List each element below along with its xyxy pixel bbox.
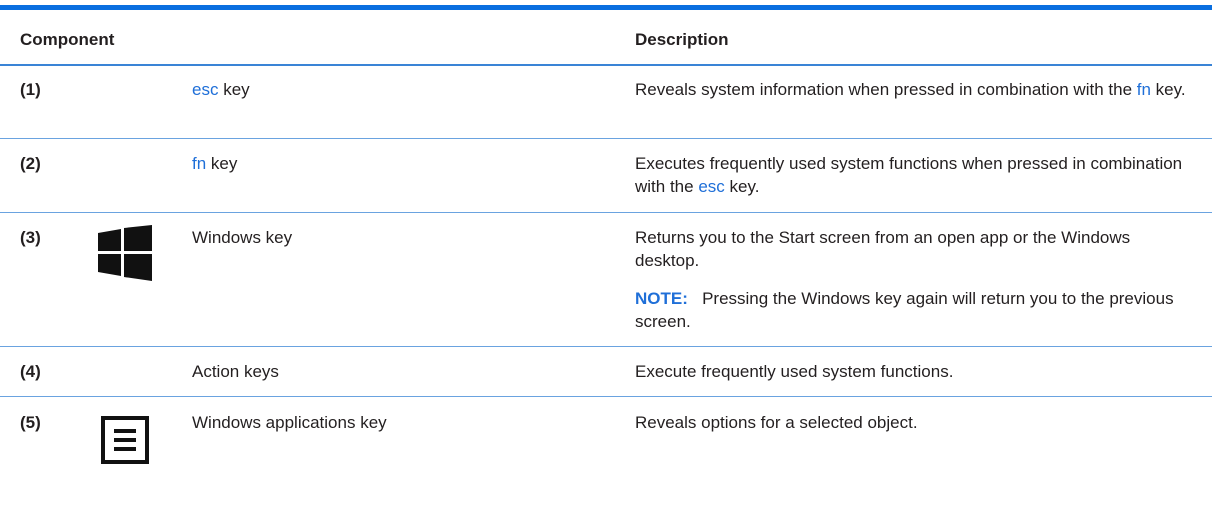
component-name: Action keys (192, 362, 279, 381)
row-divider (0, 212, 1212, 213)
component-name: Windows key (192, 228, 293, 247)
header-rule (0, 64, 1212, 66)
row-description: Reveals options for a selected object. (635, 413, 918, 432)
row-description: Reveals system information when pressed … (635, 80, 1186, 99)
row-description: Returns you to the Start screen from an … (635, 228, 1131, 270)
row-number: (2) (20, 154, 41, 173)
row-number: (5) (20, 413, 41, 432)
component-name: Windows applications key (192, 413, 387, 432)
row-divider (0, 396, 1212, 397)
component-name: fn key (192, 154, 238, 173)
row-description: Executes frequently used system function… (635, 154, 1183, 196)
row-number: (3) (20, 228, 41, 247)
row-description: Execute frequently used system functions… (635, 362, 954, 381)
keyword-fn: fn (192, 154, 207, 173)
note-label: NOTE: (635, 289, 688, 308)
row-number: (1) (20, 80, 41, 99)
header-description: Description (635, 30, 729, 49)
keyword-fn: fn (1136, 80, 1151, 99)
note-text: Pressing the Windows key again will retu… (635, 289, 1174, 331)
component-name: esc key (192, 80, 250, 99)
keyword-esc: esc (192, 80, 219, 99)
header-component: Component (20, 30, 115, 49)
row-number: (4) (20, 362, 41, 381)
windows-logo-icon (98, 225, 152, 281)
table-top-rule (0, 5, 1212, 10)
note: NOTE: Pressing the Windows key again wil… (635, 287, 1195, 333)
keyword-esc: esc (698, 177, 725, 196)
applications-key-icon (101, 416, 149, 464)
row-divider (0, 346, 1212, 347)
row-divider (0, 138, 1212, 139)
